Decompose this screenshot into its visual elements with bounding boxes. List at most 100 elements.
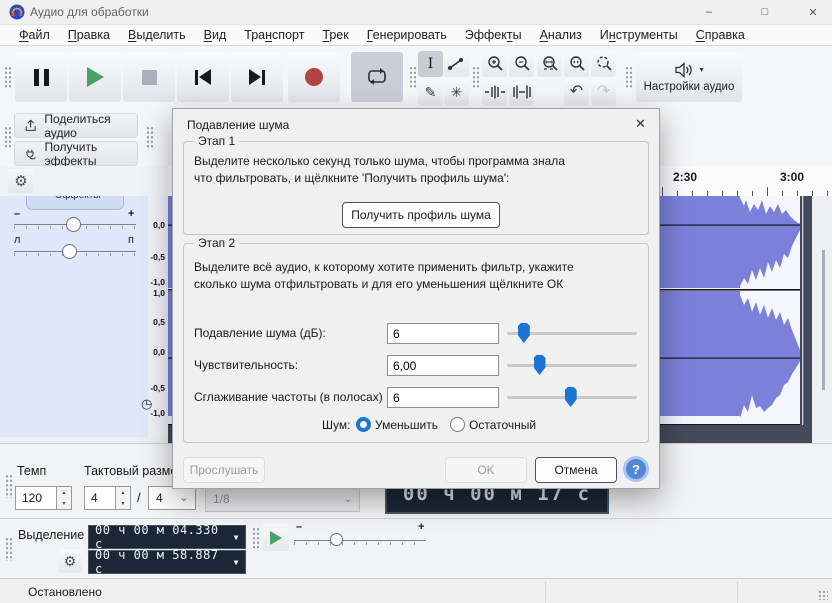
transport-toolbar-grip[interactable] (4, 66, 12, 88)
close-button[interactable]: ✕ (790, 0, 832, 24)
snapping-dropdown[interactable]: 1/8 ⌄ (205, 486, 360, 512)
vertical-scrollbar-thumb (822, 250, 825, 390)
tempo-spin-down-icon[interactable]: ▼ (57, 498, 71, 509)
pause-button[interactable] (15, 52, 67, 102)
menu-item-analyze[interactable]: Анализ (531, 28, 591, 42)
sensitivity-label: Чувствительность: (194, 358, 299, 372)
tempo-spin-up-icon[interactable]: ▲ (57, 487, 71, 498)
tempo-spinner[interactable]: ▲ ▼ (57, 486, 72, 510)
timeline-options-button[interactable]: ⚙ (8, 169, 34, 193)
menu-item-tracks[interactable]: Трек (313, 28, 357, 42)
pencil-icon: ✎ (424, 84, 437, 100)
trim-audio-button[interactable] (482, 79, 507, 105)
share-toolbar-grip[interactable] (4, 126, 12, 148)
multi-tool-button[interactable]: ✳ (444, 79, 469, 105)
beats-spin-up-icon[interactable]: ▲ (116, 487, 130, 498)
menu-item-tools[interactable]: Инструменты (591, 28, 687, 42)
tools-toolbar-grip[interactable] (409, 66, 417, 88)
menu-item-select[interactable]: Выделить (119, 28, 195, 42)
noise-reduction-slider[interactable] (507, 323, 637, 343)
zoom-selection-button[interactable] (537, 51, 562, 77)
speed-slider-thumb[interactable] (330, 533, 343, 546)
edit-toolbar-grip[interactable] (472, 66, 480, 88)
cancel-button[interactable]: Отмена (535, 457, 617, 483)
timeline-label-300: 3:00 (780, 170, 805, 184)
menu-item-edit[interactable]: Правка (59, 28, 119, 42)
speed-minus-label: – (296, 521, 303, 533)
noise-mode-label: Шум: (322, 418, 351, 432)
selection-end-field[interactable]: 00 ч 00 м 58.887 с ▼ (88, 548, 246, 576)
envelope-tool-button[interactable] (444, 51, 469, 77)
track-right-gutter (800, 196, 812, 443)
note-value-dropdown[interactable]: 4 ⌄ (148, 486, 196, 510)
noise-residue-radio[interactable] (450, 417, 465, 432)
gain-slider-thumb[interactable] (66, 217, 81, 232)
menu-item-effects[interactable]: Эффекты (456, 28, 531, 42)
beats-input[interactable]: 4 (84, 486, 116, 510)
menu-item-help[interactable]: Справка (687, 28, 754, 42)
smoothing-slider[interactable] (507, 387, 637, 407)
menu-item-transport[interactable]: Транспорт (235, 28, 313, 42)
skip-to-start-button[interactable] (177, 52, 229, 102)
silence-audio-button[interactable] (509, 79, 534, 105)
smoothing-slider-thumb[interactable] (564, 387, 577, 407)
audio-setup-button[interactable]: ▾ Настройки аудио (636, 52, 742, 102)
resize-grip[interactable] (818, 590, 828, 600)
selection-options-button[interactable]: ⚙ (58, 549, 82, 573)
selection-start-field[interactable]: 00 ч 00 м 04.330 с ▼ (88, 523, 246, 551)
skip-to-end-button[interactable] (231, 52, 283, 102)
get-effects-label: Получить эффекты (44, 139, 98, 168)
vertical-scale-ruler[interactable]: 0,0 -0,5 -1,0 1,0 0,5 0,0 -0,5 -1,0 ◷ (141, 196, 169, 437)
stop-button[interactable] (123, 52, 175, 102)
preview-button[interactable]: Прослушать (183, 457, 265, 483)
redo-button[interactable]: ↷ (591, 79, 616, 105)
multi-tool-icon: ✳ (450, 84, 463, 100)
loop-button[interactable] (351, 52, 403, 102)
record-button[interactable] (288, 52, 340, 102)
zoom-out-button[interactable] (509, 51, 534, 77)
pan-slider-thumb[interactable] (62, 244, 77, 259)
tempo-toolbar-grip[interactable] (5, 474, 13, 498)
minimize-button[interactable]: – (686, 0, 732, 24)
selection-tool-button[interactable]: I (418, 51, 443, 77)
play-at-speed-button[interactable] (262, 524, 289, 551)
zoom-in-button[interactable] (482, 51, 507, 77)
beats-spin-down-icon[interactable]: ▼ (116, 498, 130, 509)
dialog-close-button[interactable]: ✕ (635, 116, 646, 132)
scale-label: -1,0 (150, 408, 165, 418)
track-effects-button[interactable]: Эффекты (26, 196, 124, 210)
stop-icon (141, 69, 157, 85)
share-upload-icon (25, 119, 36, 131)
help-button[interactable]: ? (623, 456, 649, 482)
sensitivity-slider-thumb[interactable] (533, 355, 546, 375)
menu-item-file[interactable]: Файл (10, 28, 59, 42)
zoom-fit-button[interactable] (564, 51, 589, 77)
smoothing-input[interactable] (387, 387, 499, 408)
step2-text-line1: Выделите всё аудио, к которому хотите пр… (194, 260, 574, 274)
draw-tool-button[interactable]: ✎ (418, 79, 443, 105)
noise-reduce-radio[interactable] (356, 417, 371, 432)
zoom-toggle-button[interactable] (591, 51, 616, 77)
menu-item-view[interactable]: Вид (195, 28, 236, 42)
maximize-button[interactable]: □ (742, 0, 788, 24)
play-button[interactable] (69, 52, 121, 102)
get-noise-profile-button[interactable]: Получить профиль шума (342, 202, 500, 228)
noise-reduction-slider-thumb[interactable] (517, 323, 530, 343)
get-effects-button[interactable]: Получить эффекты (14, 139, 138, 168)
sensitivity-slider[interactable] (507, 355, 637, 375)
help-icon: ? (632, 461, 640, 477)
selection-toolbar-grip[interactable] (5, 537, 13, 561)
step2-group: Этап 2 Выделите всё аудио, к которому хо… (183, 236, 649, 443)
undo-button[interactable]: ↶ (564, 79, 589, 105)
share-toolbar-grip-right[interactable] (146, 126, 154, 148)
audio-setup-grip[interactable] (625, 66, 633, 88)
speed-toolbar-grip[interactable] (252, 527, 260, 551)
beats-spinner[interactable]: ▲ ▼ (116, 486, 131, 510)
noise-reduction-input[interactable] (387, 323, 499, 344)
track-control-panel[interactable]: Эффекты – + л п (0, 196, 149, 437)
sensitivity-input[interactable] (387, 355, 499, 376)
share-audio-button[interactable]: Поделиться аудио (14, 112, 138, 140)
ok-button[interactable]: OK (445, 457, 527, 483)
menu-item-generate[interactable]: Генерировать (358, 28, 456, 42)
tempo-input[interactable]: 120 (15, 486, 57, 510)
